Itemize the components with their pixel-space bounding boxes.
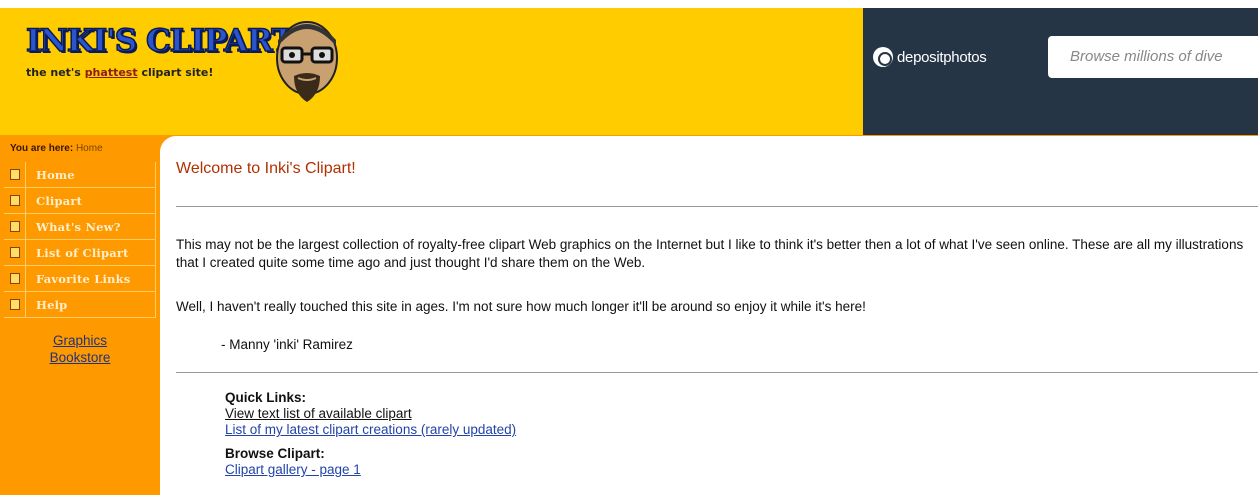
sidebar-item-favorite-links[interactable]: Favorite Links <box>4 266 156 292</box>
clipart-icon <box>4 188 26 213</box>
help-icon <box>4 292 26 317</box>
bookstore-line-2[interactable]: Bookstore <box>0 349 160 366</box>
sidebar-item-home[interactable]: Home <box>4 162 156 188</box>
breadcrumb-prefix: You are here: <box>10 143 74 154</box>
mascot-face-icon <box>276 21 338 102</box>
divider <box>176 206 1258 207</box>
bookstore-line-1[interactable]: Graphics <box>0 332 160 349</box>
gallery-page-1-link[interactable]: Clipart gallery - page 1 <box>225 462 516 478</box>
new-icon <box>4 214 26 239</box>
intro-paragraph: This may not be the largest collection o… <box>176 237 1244 270</box>
sidebar-item-label[interactable]: Home <box>26 168 75 182</box>
sidebar-item-help[interactable]: Help <box>4 292 156 318</box>
site-logo[interactable]: INKI'S CLIPART the net's phattest clipar… <box>24 18 338 108</box>
graphics-bookstore-link[interactable]: Graphics Bookstore <box>0 332 160 366</box>
logo-tagline: the net's phattest clipart site! <box>26 66 213 79</box>
browse-clipart-heading: Browse Clipart: <box>225 446 325 461</box>
depositphotos-logo[interactable]: depositphotos <box>873 45 987 69</box>
sidebar-item-label[interactable]: What's New? <box>26 220 121 234</box>
depositphotos-brand-text: depositphotos <box>897 48 987 66</box>
list-icon <box>4 240 26 265</box>
ad-search-input[interactable]: Browse millions of dive <box>1048 36 1258 78</box>
tagline-text: the net's <box>26 66 85 79</box>
sidebar-item-label[interactable]: Help <box>26 298 67 312</box>
links-icon <box>4 266 26 291</box>
main-content: Welcome to Inki's Clipart! This may not … <box>160 136 1258 495</box>
sidebar-nav: Home Clipart What's New? List of Clipart… <box>4 162 156 318</box>
quick-links-section: Quick Links: View text list of available… <box>225 390 516 478</box>
sidebar-item-label[interactable]: List of Clipart <box>26 246 129 260</box>
sidebar-item-label[interactable]: Clipart <box>26 194 82 208</box>
breadcrumb: You are here: Home <box>10 143 103 154</box>
sidebar: Home Clipart What's New? List of Clipart… <box>0 162 160 495</box>
home-icon <box>4 162 26 187</box>
site-header: INKI'S CLIPART the net's phattest clipar… <box>0 8 1258 135</box>
depositphotos-ad[interactable]: depositphotos Browse millions of dive <box>863 8 1258 135</box>
depositphotos-icon <box>873 47 893 67</box>
divider <box>176 372 1258 373</box>
quick-links-heading: Quick Links: <box>225 390 307 405</box>
sidebar-item-list-of-clipart[interactable]: List of Clipart <box>4 240 156 266</box>
signature: - Manny 'inki' Ramirez <box>221 337 353 352</box>
sidebar-item-clipart[interactable]: Clipart <box>4 188 156 214</box>
sidebar-item-label[interactable]: Favorite Links <box>26 272 130 286</box>
logo-title: INKI'S CLIPART <box>25 23 295 59</box>
text-list-link[interactable]: View text list of available clipart <box>225 406 516 422</box>
tagline-text-end: clipart site! <box>137 66 214 79</box>
sidebar-item-whats-new[interactable]: What's New? <box>4 214 156 240</box>
breadcrumb-current[interactable]: Home <box>76 143 103 154</box>
tagline-highlight: phattest <box>84 66 138 79</box>
latest-creations-link[interactable]: List of my latest clipart creations (rar… <box>225 422 516 438</box>
status-paragraph: Well, I haven't really touched this site… <box>176 299 866 314</box>
page-title: Welcome to Inki's Clipart! <box>176 160 356 177</box>
